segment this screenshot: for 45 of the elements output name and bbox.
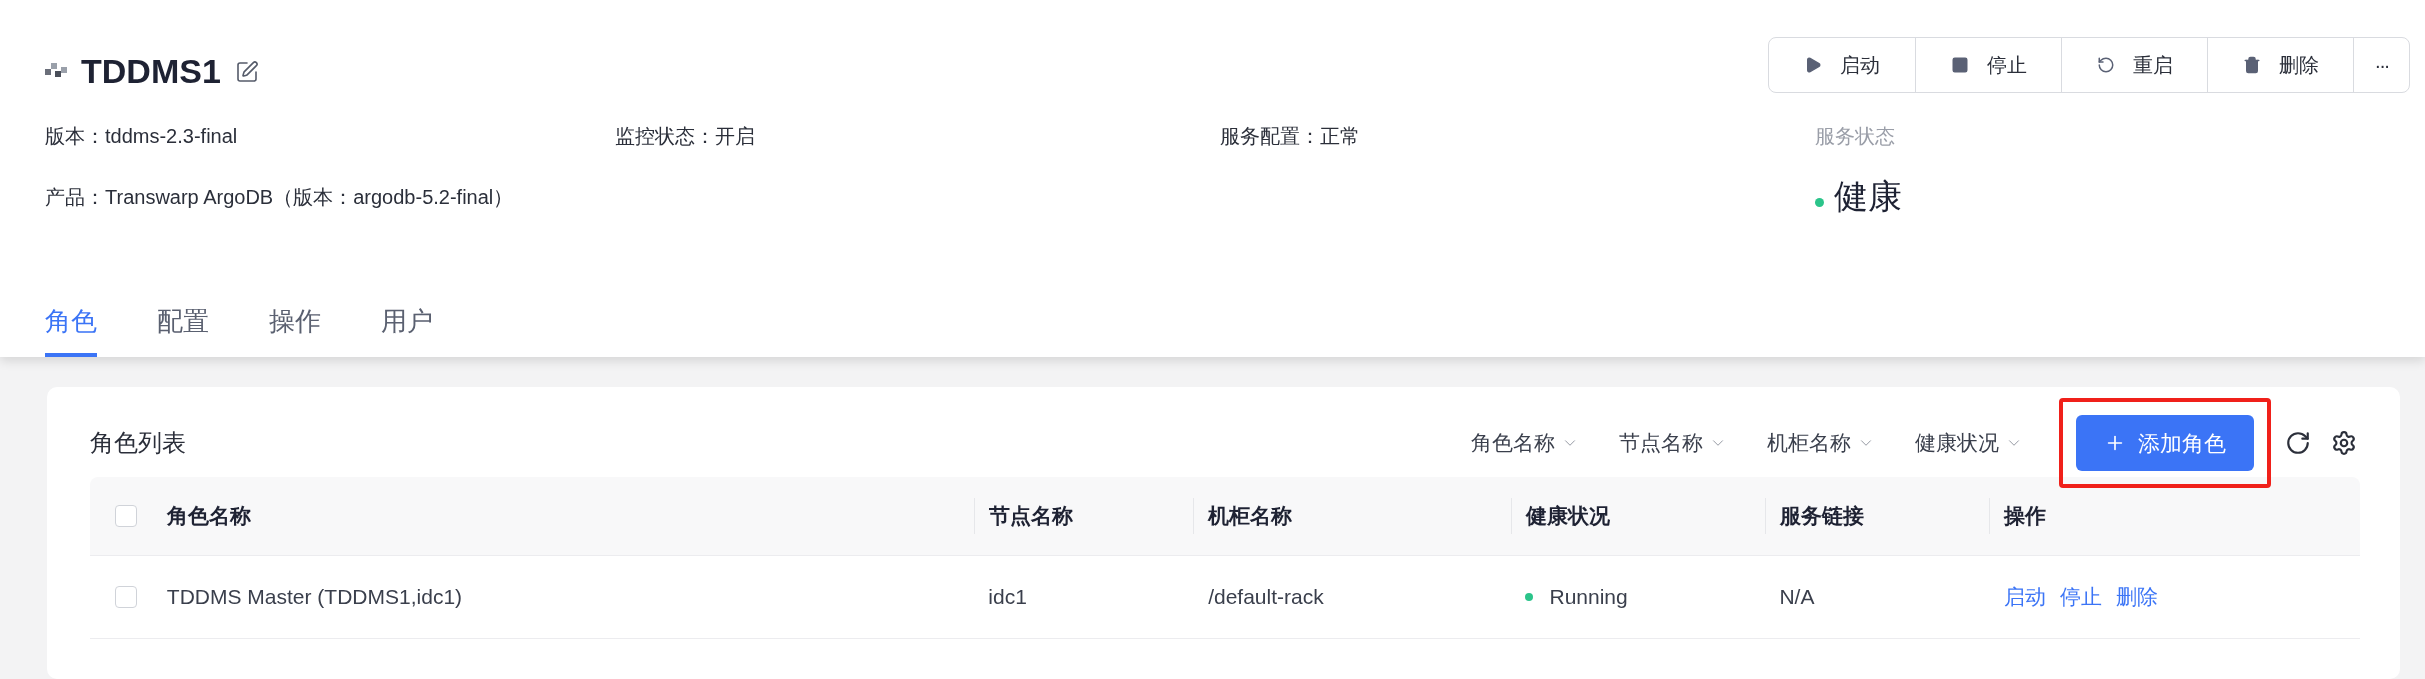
filter-dropdown[interactable]: 机柜名称 — [1767, 427, 1875, 459]
checkbox[interactable] — [115, 586, 138, 608]
action-button[interactable]: 删除 — [2207, 38, 2353, 92]
tab[interactable]: 用户 — [381, 302, 433, 357]
info-text: 版本：tddms-2.3-final — [45, 124, 239, 149]
column-header: 健康状况 — [1525, 503, 1610, 530]
stop-icon — [1950, 56, 1969, 74]
filter-dropdown[interactable]: 健康状况 — [1915, 427, 2023, 459]
filter-dropdown[interactable]: 角色名称 — [1471, 427, 1579, 459]
table-cell: N/A — [1779, 585, 1815, 609]
refresh-icon[interactable] — [2285, 430, 2311, 456]
edit-icon[interactable] — [234, 59, 259, 84]
settings-icon[interactable] — [2331, 430, 2357, 456]
column-header: 角色名称 — [166, 503, 251, 530]
table-cell-text: Running — [1549, 584, 1628, 611]
info-text: 产品：Transwarp ArgoDB（版本：argodb-5.2-final） — [45, 184, 515, 210]
info-text: 监控状态：开启 — [615, 124, 756, 149]
table-cell: TDDMS Master (TDDMS1,idc1) — [166, 585, 463, 609]
tab[interactable]: 操作 — [269, 302, 321, 357]
trash-icon — [2242, 56, 2261, 74]
action-link[interactable]: 停止 — [2060, 581, 2103, 613]
action-button[interactable]: 停止 — [1915, 38, 2061, 92]
action-link[interactable]: 启动 — [2004, 581, 2047, 613]
checkbox[interactable] — [115, 505, 138, 527]
table-cell: idc1 — [988, 585, 1027, 609]
column-header: 操作 — [2004, 503, 2047, 530]
play-icon — [1804, 56, 1822, 74]
tab[interactable]: 角色 — [45, 302, 97, 357]
status-value: 健康 — [1834, 176, 1902, 217]
list-title: 角色列表 — [90, 428, 186, 458]
info-text: 服务配置：正常 — [1220, 124, 1361, 149]
service-title: TDDMS1 — [81, 51, 221, 92]
table-cell: /default-rack — [1208, 585, 1324, 609]
action-link[interactable]: 删除 — [2116, 581, 2159, 613]
more-button[interactable]: ··· — [2353, 38, 2409, 92]
tab[interactable]: 配置 — [157, 302, 209, 357]
column-header: 服务链接 — [1779, 503, 1864, 530]
action-button[interactable]: 启动 — [1769, 38, 1915, 92]
column-header: 机柜名称 — [1208, 503, 1293, 530]
restart-icon — [2096, 56, 2115, 74]
action-button[interactable]: 重启 — [2061, 38, 2207, 92]
add-role-button[interactable]: 添加角色 — [2076, 415, 2254, 471]
column-header: 节点名称 — [988, 503, 1073, 530]
status-label: 服务状态 — [1815, 124, 1896, 149]
filter-dropdown[interactable]: 节点名称 — [1619, 427, 1727, 459]
